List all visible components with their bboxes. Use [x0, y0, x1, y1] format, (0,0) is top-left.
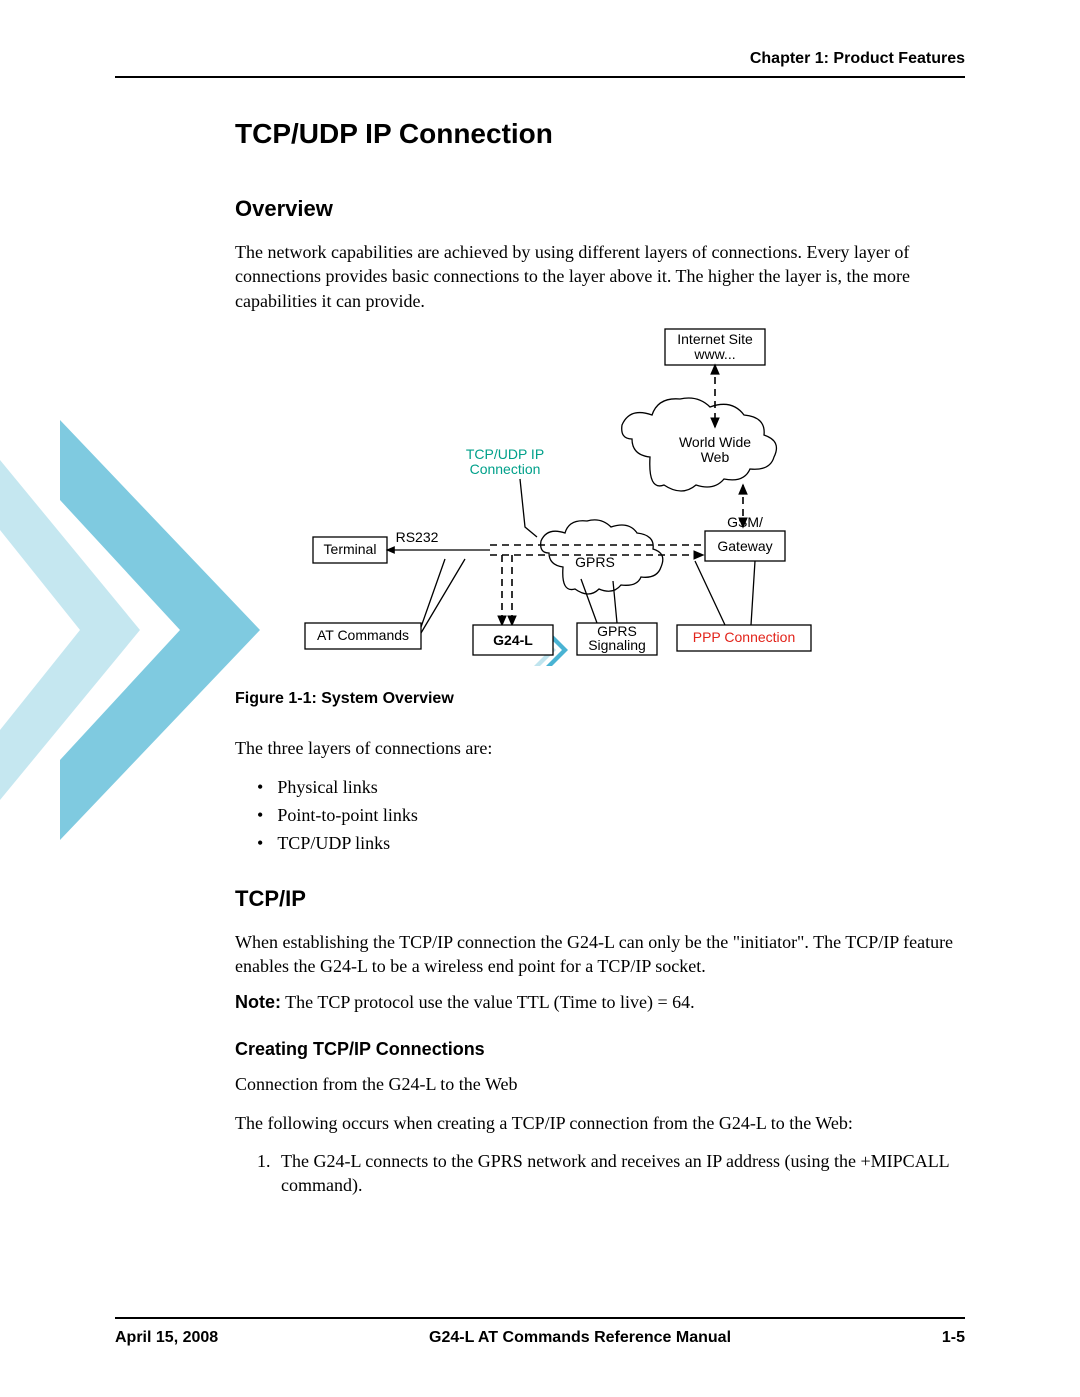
- creating-line1: Connection from the G24-L to the Web: [235, 1072, 965, 1096]
- overview-paragraph: The network capabilities are achieved by…: [235, 240, 965, 313]
- figure-caption: Figure 1-1: System Overview: [235, 690, 965, 708]
- list-item: Physical links: [257, 774, 965, 802]
- svg-text:GSM/: GSM/: [727, 514, 763, 530]
- svg-text:PPP Connection: PPP Connection: [693, 629, 795, 645]
- list-item: Point-to-point links: [257, 802, 965, 830]
- layers-intro: The three layers of connections are:: [235, 736, 965, 760]
- list-item: The G24-L connects to the GPRS network a…: [275, 1149, 965, 1198]
- svg-text:Internet Site: Internet Site: [677, 331, 753, 347]
- page-header: Chapter 1: Product Features: [115, 50, 965, 78]
- svg-text:Signaling: Signaling: [588, 637, 646, 653]
- footer-date: April 15, 2008: [115, 1329, 218, 1347]
- note-block: Note: The TCP protocol use the value TTL…: [235, 992, 965, 1013]
- svg-text:www...: www...: [693, 346, 735, 362]
- svg-text:AT Commands: AT Commands: [317, 627, 409, 643]
- tcpip-paragraph: When establishing the TCP/IP connection …: [235, 930, 965, 979]
- svg-text:RS232: RS232: [396, 529, 439, 545]
- svg-text:Web: Web: [701, 449, 730, 465]
- svg-text:Terminal: Terminal: [324, 541, 377, 557]
- note-label: Note:: [235, 992, 281, 1012]
- note-text: The TCP protocol use the value TTL (Time…: [281, 992, 695, 1012]
- overview-heading: Overview: [235, 196, 965, 222]
- creating-steps: The G24-L connects to the GPRS network a…: [275, 1149, 965, 1198]
- svg-text:Connection: Connection: [470, 461, 541, 477]
- page-title: TCP/UDP IP Connection: [235, 118, 965, 150]
- creating-line2: The following occurs when creating a TCP…: [235, 1111, 965, 1135]
- footer-manual: G24-L AT Commands Reference Manual: [429, 1329, 731, 1347]
- page-footer: April 15, 2008 G24-L AT Commands Referen…: [115, 1317, 965, 1347]
- svg-text:G24-L: G24-L: [493, 632, 533, 648]
- svg-text:World Wide: World Wide: [679, 434, 751, 450]
- svg-text:Gateway: Gateway: [717, 538, 772, 554]
- list-item: TCP/UDP links: [257, 830, 965, 858]
- svg-text:GPRS: GPRS: [575, 554, 615, 570]
- system-overview-figure: Internet Site www... World Wide Web TCP/…: [235, 327, 965, 672]
- chapter-label: Chapter 1: Product Features: [750, 50, 965, 67]
- tcpip-heading: TCP/IP: [235, 886, 965, 912]
- creating-heading: Creating TCP/IP Connections: [235, 1039, 965, 1060]
- layers-list: Physical links Point-to-point links TCP/…: [257, 774, 965, 858]
- footer-page: 1-5: [942, 1329, 965, 1347]
- svg-text:TCP/UDP IP: TCP/UDP IP: [466, 446, 544, 462]
